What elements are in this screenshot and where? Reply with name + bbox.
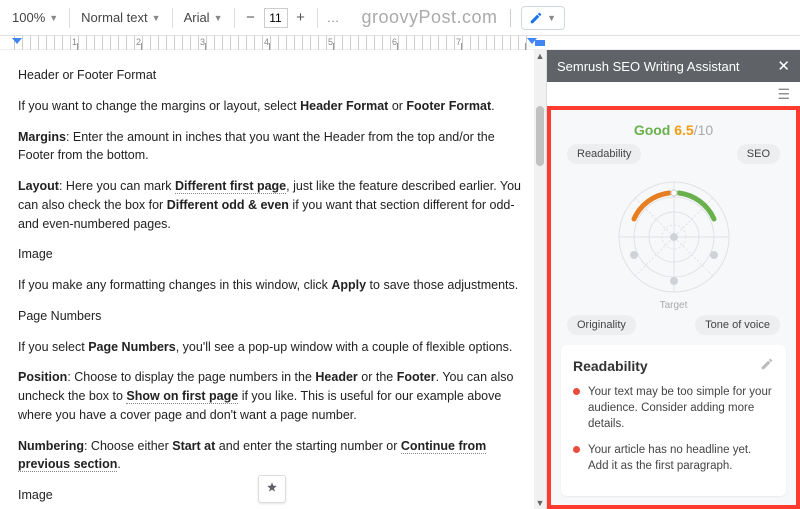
- score-value: 6.5: [674, 122, 693, 138]
- addon-sidepanel: Semrush SEO Writing Assistant ✕ ☰ Good 6…: [546, 50, 800, 509]
- ruler-number: 6: [392, 37, 397, 47]
- readability-issue: Your text may be too simple for your aud…: [573, 384, 774, 432]
- score-word: Good: [634, 122, 671, 138]
- close-icon[interactable]: ✕: [777, 57, 790, 75]
- document-content[interactable]: Header or Footer Format If you want to c…: [0, 50, 546, 509]
- bullet-dot-icon: [573, 446, 580, 453]
- style-value: Normal text: [81, 10, 147, 25]
- more-toolbar-button[interactable]: …: [327, 10, 340, 25]
- sidepanel-title: Semrush SEO Writing Assistant: [557, 59, 740, 74]
- ruler-number: 2: [136, 37, 141, 47]
- chevron-down-icon: ▼: [152, 13, 161, 23]
- radar-chart: [561, 172, 786, 302]
- right-margin-marker[interactable]: [535, 40, 545, 46]
- horizontal-ruler[interactable]: 1 2 3 4 5 6 7: [0, 36, 800, 50]
- scroll-up-arrow-icon[interactable]: ▲: [534, 50, 546, 62]
- explore-icon: [264, 481, 280, 497]
- heading-text: Header or Footer Format: [18, 66, 528, 85]
- pencil-icon[interactable]: [760, 357, 774, 374]
- readability-issue: Your article has no headline yet. Add it…: [573, 442, 774, 474]
- sidepanel-body: Good 6.5/10 Readability SEO: [547, 106, 800, 509]
- paragraph: If you want to change the margins or lay…: [18, 97, 528, 116]
- paragraph: Layout: Here you can mark Different firs…: [18, 177, 528, 233]
- toolbar-divider: [69, 8, 70, 28]
- sidepanel-menu-button[interactable]: ☰: [547, 82, 800, 106]
- scroll-down-arrow-icon[interactable]: ▼: [534, 497, 546, 509]
- main-area: Header or Footer Format If you want to c…: [0, 50, 800, 509]
- readability-card: Readability Your text may be too simple …: [561, 345, 786, 496]
- increase-font-size-button[interactable]: +: [290, 7, 312, 29]
- chevron-down-icon: ▼: [49, 13, 58, 23]
- paragraph: Position: Choose to display the page num…: [18, 368, 528, 424]
- paragraph: If you make any formatting changes in th…: [18, 276, 528, 295]
- toolbar-divider: [317, 8, 318, 28]
- paragraph: Numbering: Choose either Start at and en…: [18, 437, 528, 475]
- chip-tone[interactable]: Tone of voice: [695, 315, 780, 335]
- metric-chips-top: Readability SEO: [561, 144, 786, 164]
- ruler-number: 1: [72, 37, 77, 47]
- chip-originality[interactable]: Originality: [567, 315, 636, 335]
- scroll-thumb[interactable]: [536, 106, 544, 166]
- explore-button[interactable]: [258, 475, 286, 503]
- heading-text: Page Numbers: [18, 307, 528, 326]
- left-indent-marker[interactable]: [12, 38, 22, 44]
- card-title: Readability: [573, 358, 648, 374]
- vertical-scrollbar[interactable]: ▲ ▼: [534, 50, 546, 509]
- chevron-down-icon: ▼: [547, 13, 556, 23]
- chip-seo[interactable]: SEO: [737, 144, 780, 164]
- ruler-number: 5: [328, 37, 333, 47]
- font-value: Arial: [184, 10, 210, 25]
- paragraph: If you select Page Numbers, you'll see a…: [18, 338, 528, 357]
- bullet-dot-icon: [573, 388, 580, 395]
- paragraph: Margins: Enter the amount in inches that…: [18, 128, 528, 166]
- decrease-font-size-button[interactable]: −: [240, 7, 262, 29]
- radar-svg: [599, 172, 749, 302]
- editing-mode-button[interactable]: ▼: [521, 6, 565, 30]
- toolbar-divider: [510, 9, 511, 27]
- paragraph: Image: [18, 245, 528, 264]
- font-family-select[interactable]: Arial ▼: [178, 8, 229, 27]
- watermark-text: groovyPost.com: [362, 7, 498, 28]
- issue-text: Your article has no headline yet. Add it…: [588, 442, 774, 474]
- metric-chips-bottom: Originality Tone of voice: [561, 315, 786, 335]
- ruler-number: 7: [456, 37, 461, 47]
- issue-text: Your text may be too simple for your aud…: [588, 384, 774, 432]
- pen-icon: [529, 11, 543, 25]
- zoom-value: 100%: [12, 10, 45, 25]
- zoom-select[interactable]: 100% ▼: [6, 8, 64, 27]
- overall-score: Good 6.5/10: [561, 122, 786, 138]
- ruler-number: 4: [264, 37, 269, 47]
- docs-toolbar: 100% ▼ Normal text ▼ Arial ▼ − 11 + … groov…: [0, 0, 800, 36]
- target-label: Target: [561, 300, 786, 311]
- sidepanel-header: Semrush SEO Writing Assistant ✕: [547, 50, 800, 82]
- chevron-down-icon: ▼: [214, 13, 223, 23]
- document-canvas[interactable]: Header or Footer Format If you want to c…: [0, 50, 546, 509]
- ruler-number: 3: [200, 37, 205, 47]
- chip-readability[interactable]: Readability: [567, 144, 641, 164]
- toolbar-divider: [234, 8, 235, 28]
- toolbar-divider: [172, 8, 173, 28]
- font-size-value: 11: [269, 11, 281, 25]
- paragraph-style-select[interactable]: Normal text ▼: [75, 8, 166, 27]
- score-max: /10: [694, 122, 713, 138]
- font-size-input[interactable]: 11: [264, 8, 288, 28]
